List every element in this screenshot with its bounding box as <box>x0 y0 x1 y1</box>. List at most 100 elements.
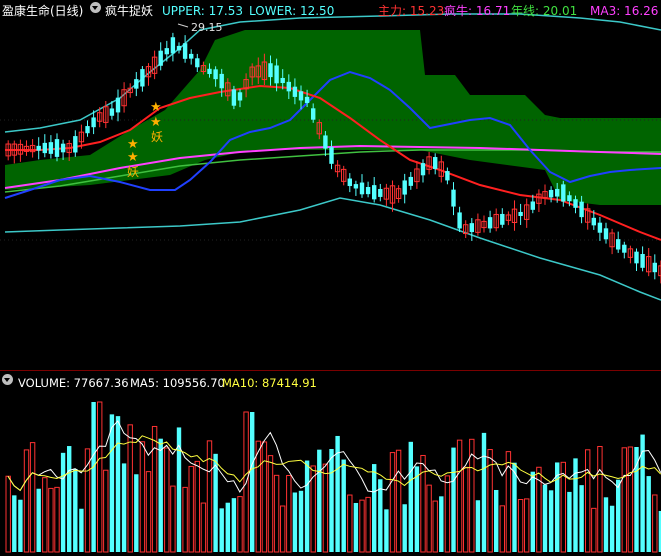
candle-down <box>140 69 145 87</box>
upper-value: UPPER: 17.53 <box>162 4 244 18</box>
volume-bar-down <box>213 453 218 552</box>
volume-bar-down <box>414 466 420 552</box>
candle-down <box>231 89 237 106</box>
high-price-label: 29.15 <box>191 21 223 34</box>
volume-bar-down <box>616 479 621 552</box>
candle-down <box>323 135 328 149</box>
candle-down <box>311 108 316 120</box>
candle-down <box>176 45 182 51</box>
candle-down <box>445 171 450 181</box>
volume-bar-up <box>389 452 396 553</box>
candle-down <box>115 97 121 113</box>
indicator-header: 盈康生命(日线) 疯牛捉妖 UPPER: 17.53 LOWER: 12.50 … <box>0 2 661 20</box>
volume-bar-up <box>54 486 60 553</box>
ma10-value: MA10: 87414.91 <box>222 376 317 390</box>
volume-bar-up <box>97 401 103 553</box>
candle-down <box>616 239 621 250</box>
volume-bar-up <box>127 424 133 553</box>
dropdown-icon[interactable] <box>90 2 101 13</box>
candle-down <box>603 228 609 240</box>
volume-bar-up <box>170 485 176 553</box>
candle-down <box>561 184 566 202</box>
lower-band-line <box>4 197 661 301</box>
candle-down <box>48 142 54 154</box>
volume-bar-up <box>267 455 274 553</box>
candle-down <box>170 37 176 54</box>
volume-bar-down <box>555 462 560 552</box>
candle-down <box>469 223 474 233</box>
candle-down <box>402 180 407 195</box>
volume-bar-up <box>591 507 597 553</box>
volume-bar-up <box>444 475 451 553</box>
indicator-name[interactable]: 疯牛捉妖 <box>105 2 153 20</box>
zhuli-value: 主力: 15.23 <box>378 4 445 18</box>
volume-bar-down <box>408 441 413 552</box>
volume-bar-down <box>372 464 377 552</box>
candle-down <box>274 65 279 84</box>
signal-star: ★ <box>127 150 139 165</box>
volume-bar-up <box>273 474 280 553</box>
volume-bar-up <box>164 447 170 553</box>
volume-bar-down <box>579 485 584 552</box>
volume-bar-up <box>322 463 329 553</box>
volume-value: VOLUME: 77667.36 <box>18 376 129 390</box>
candle-down <box>359 182 365 195</box>
candle-down <box>353 184 359 189</box>
volume-bar-down <box>634 447 639 552</box>
volume-bar-down <box>231 498 237 552</box>
volume-bar-up <box>347 494 353 553</box>
volume-bar-up <box>280 505 286 553</box>
volume-bar-down <box>73 468 78 552</box>
candle-down <box>219 73 224 89</box>
fengniu-value: 疯牛: 16.71 <box>444 4 511 18</box>
volume-bar-down <box>481 432 487 552</box>
volume-bar-down <box>67 446 72 552</box>
candle-down <box>54 139 60 157</box>
candle-down <box>292 86 298 97</box>
volume-bar-down <box>548 490 554 552</box>
volume-bar-up <box>139 441 146 553</box>
candle-down <box>365 187 371 195</box>
volume-bar-up <box>182 486 188 553</box>
candle-down <box>597 222 603 233</box>
volume-bar-up <box>524 498 530 553</box>
ma3-value: MA3: 16.26 <box>590 4 659 18</box>
volume-bar-up <box>103 469 109 553</box>
dropdown-icon[interactable] <box>2 374 13 385</box>
volume-ma-lines <box>7 420 661 493</box>
volume-bar-down <box>603 497 609 552</box>
candle-down <box>286 81 291 92</box>
ma5-value: MA5: 109556.70 <box>130 376 225 390</box>
volume-bar-up <box>432 500 438 553</box>
candle-down <box>622 244 627 253</box>
stock-name: 盈康生命(日线) <box>2 4 84 18</box>
candle-down <box>298 91 304 101</box>
panel-divider <box>0 370 661 371</box>
candle-down <box>73 136 78 153</box>
signal-text: 妖 <box>151 130 163 144</box>
volume-bar-up <box>627 446 634 553</box>
kline-chart[interactable]: ★★★★妖妖 29.15 <box>0 0 661 556</box>
volume-bar-up <box>151 425 158 553</box>
volume-bar-up <box>42 477 48 553</box>
volume-bar-down <box>402 504 407 552</box>
volume-bar-up <box>188 465 194 553</box>
volume-bar-up <box>395 449 402 553</box>
candle-down <box>237 92 243 101</box>
volume-bar-down <box>494 489 499 552</box>
volume-bar-up <box>463 466 469 553</box>
signal-star: ★ <box>150 115 162 130</box>
candle-down <box>640 254 645 268</box>
volume-bar-down <box>640 434 645 552</box>
signal-star: ★ <box>150 100 162 115</box>
candle-down <box>378 189 383 197</box>
volume-bar-up <box>145 471 152 553</box>
volume-bars <box>5 401 661 553</box>
volume-bar-down <box>250 412 255 552</box>
volume-bar-down <box>384 509 389 552</box>
volume-bar-up <box>597 445 603 553</box>
volume-bar-up <box>499 505 506 553</box>
candle-down <box>60 143 66 153</box>
volume-bar-down <box>12 495 17 552</box>
volume-bar-up <box>652 494 658 553</box>
